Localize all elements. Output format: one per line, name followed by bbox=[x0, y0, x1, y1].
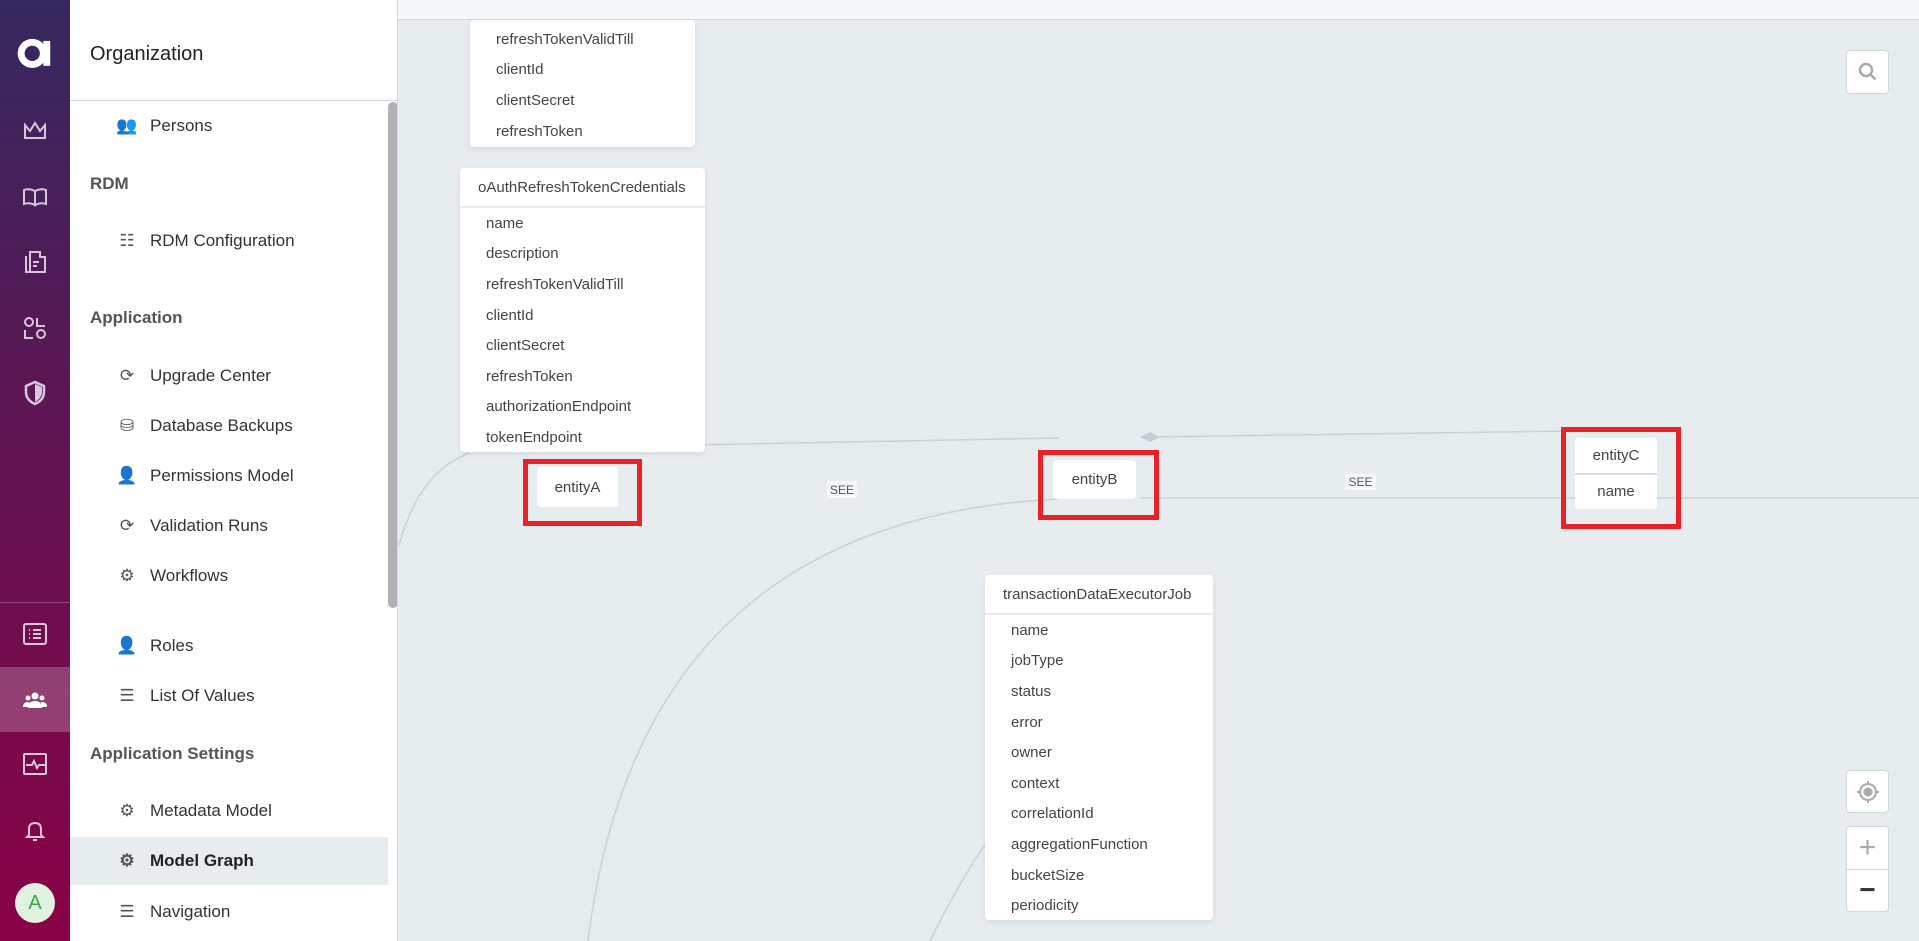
entity-card-job[interactable]: transactionDataExecutorJob name jobType st… bbox=[985, 575, 1213, 920]
zoom-in-button[interactable]: + bbox=[1847, 827, 1888, 870]
entity-field: name bbox=[486, 214, 524, 232]
entity-card-oauth[interactable]: oAuthRefreshTokenCredentials name descrip… bbox=[460, 168, 705, 452]
node-title: entityA bbox=[554, 478, 601, 496]
entity-c-highlight: entityC name bbox=[1561, 427, 1681, 529]
node-field: name bbox=[1597, 482, 1635, 500]
entity-field: periodicity bbox=[1011, 897, 1079, 915]
entity-field: authorizationEndpoint bbox=[486, 398, 632, 416]
entity-field: jobType bbox=[1011, 652, 1064, 670]
entity-a-node[interactable]: entityA bbox=[537, 467, 618, 507]
search-button[interactable] bbox=[1846, 50, 1889, 94]
entity-field: clientSecret bbox=[496, 91, 575, 109]
entity-c-node[interactable]: entityC name bbox=[1575, 438, 1657, 509]
entity-field: name bbox=[1011, 621, 1049, 639]
entity-field: clientId bbox=[496, 61, 544, 79]
edge-label: SEE bbox=[827, 481, 857, 498]
entity-field: correlationId bbox=[1011, 805, 1094, 823]
entity-field: refreshToken bbox=[486, 367, 573, 385]
entity-field: error bbox=[1011, 713, 1043, 731]
locate-button[interactable] bbox=[1846, 770, 1889, 813]
entity-field: bucketSize bbox=[1011, 866, 1085, 884]
node-title: entityC bbox=[1575, 438, 1657, 475]
entity-field: description bbox=[486, 245, 559, 263]
entity-field: context bbox=[1011, 774, 1060, 792]
entity-field: refreshTokenValidTill bbox=[496, 30, 634, 48]
entity-field: status bbox=[1011, 682, 1052, 700]
entity-field: owner bbox=[1011, 744, 1052, 762]
card-title: transactionDataExecutorJob bbox=[985, 575, 1213, 615]
locate-icon bbox=[1856, 780, 1879, 803]
edge bbox=[929, 844, 986, 941]
edge-label: SEE bbox=[1345, 474, 1376, 490]
entity-field: refreshToken bbox=[496, 122, 583, 140]
zoom-out-button[interactable]: − bbox=[1847, 870, 1888, 912]
entity-b-node[interactable]: entityB bbox=[1053, 460, 1136, 499]
entity-b-highlight: entityB bbox=[1038, 450, 1159, 520]
node-title: entityB bbox=[1071, 471, 1118, 488]
zoom-controls: + − bbox=[1846, 826, 1889, 912]
edge-diamond bbox=[1140, 432, 1160, 442]
edge bbox=[398, 452, 471, 546]
entity-field: tokenEndpoint bbox=[486, 428, 582, 446]
entity-field: aggregationFunction bbox=[1011, 835, 1148, 853]
entity-card[interactable]: refreshTokenValidTill clientId clientSecre… bbox=[470, 20, 695, 147]
entity-field: clientId bbox=[486, 306, 534, 324]
entity-field: refreshTokenValidTill bbox=[486, 275, 624, 293]
edge bbox=[1149, 430, 1571, 438]
search-icon bbox=[1858, 62, 1876, 81]
entity-a-highlight: entityA bbox=[523, 459, 642, 526]
card-title: oAuthRefreshTokenCredentials bbox=[460, 168, 705, 208]
entity-field: clientSecret bbox=[486, 337, 565, 355]
